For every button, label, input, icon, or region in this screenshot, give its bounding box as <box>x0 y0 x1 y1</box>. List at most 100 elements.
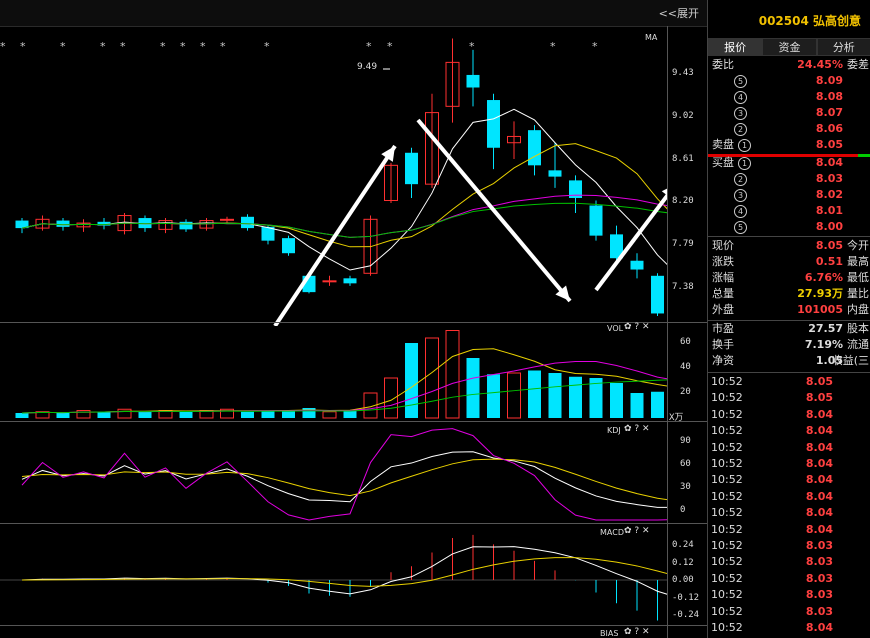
weibi-row: 委比 24.45% 委差 <box>712 58 869 71</box>
chart-toolbar: <<展开 <box>0 0 707 27</box>
quote-row: 涨幅 6.76% 最低 <box>708 270 870 286</box>
price-tick-label: 8.61 <box>672 153 694 164</box>
quote-value: 27.93万 <box>797 287 843 300</box>
bias-panel-tools[interactable]: ✿ ? ✕ <box>624 627 650 637</box>
tick-time: 10:52 <box>711 440 743 454</box>
tick-price: 8.04 <box>805 407 833 421</box>
volume-bar <box>507 372 521 419</box>
level-circle-icon: 4 <box>734 91 747 104</box>
tick-row: 10:52 8.04 <box>708 407 870 423</box>
candle-body <box>179 221 193 230</box>
volume-bar <box>630 393 644 418</box>
tick-price: 8.04 <box>805 473 833 487</box>
tick-row: 10:52 8.04 <box>708 522 870 538</box>
tick-price: 8.04 <box>805 489 833 503</box>
level-circle-icon: 2 <box>734 123 747 136</box>
price-tick-label: 9.02 <box>672 110 694 121</box>
volume-bar <box>97 411 111 418</box>
candle-body <box>405 152 418 185</box>
price-tick-label: 8.20 <box>672 196 694 207</box>
ma5-line <box>21 108 667 271</box>
quote-label: 涨跌 <box>712 255 734 268</box>
bid-price: 8.04 <box>815 156 843 169</box>
volume-bar <box>548 373 562 418</box>
tick-time: 10:52 <box>711 457 743 470</box>
bid-row: 4 8.01 <box>708 203 870 219</box>
tick-price: 8.03 <box>805 588 833 602</box>
quote-panel: 002504 弘高创意 报价 资金 分析 委比 24.45% 委差 5 8.09 4… <box>707 0 870 638</box>
quote-right-label: 内盘 <box>847 303 869 316</box>
volume-bar <box>569 376 582 418</box>
volume-bar <box>179 411 193 418</box>
tick-price: 8.03 <box>805 604 833 618</box>
quote-row: 外盘 101005 内盘 <box>708 302 870 318</box>
fundamental-right-label: 股本 <box>847 322 869 335</box>
tick-time: 10:52 <box>711 539 743 552</box>
kline-chart-area[interactable]: <<展开 * * * * * * * * * * * * * * * MA 9.49 9.43 9.02 8.6… <box>0 0 707 638</box>
bid-price: 8.00 <box>815 220 843 233</box>
tick-price: 8.04 <box>805 440 833 454</box>
tick-time: 10:52 <box>711 375 743 388</box>
uptrend-arrow-2 <box>594 192 667 292</box>
quote-label: 总量 <box>712 287 734 300</box>
volume-bar <box>487 374 500 418</box>
fundamental-label: 换手 <box>712 338 734 351</box>
volume-svg <box>15 330 667 419</box>
fundamental-row: 换手 7.19% 流通 <box>708 337 870 353</box>
tick-row: 10:52 8.03 <box>708 554 870 570</box>
bid-level-icon: 1 <box>738 155 751 171</box>
kdj-tick-label: 60 <box>680 459 691 469</box>
tick-time: 10:52 <box>711 588 743 602</box>
ask-price: 8.08 <box>815 90 843 103</box>
quote-row: 现价 8.05 今开 <box>708 238 870 254</box>
volume-bar <box>528 370 541 418</box>
tick-price: 8.05 <box>805 375 833 388</box>
macd-tick-label: -0.12 <box>672 592 700 603</box>
panel-divider-bias <box>0 625 707 626</box>
volume-tick-label: 40 <box>680 362 691 372</box>
ask-level-icon: 2 <box>734 121 747 137</box>
high-price-label: 9.49 <box>357 62 378 72</box>
bid-price: 8.02 <box>815 188 843 201</box>
quote-value: 8.05 <box>815 239 843 252</box>
ask-level-icon: 5 <box>734 73 747 89</box>
fundamental-right-label: 收益(三 <box>831 354 869 367</box>
level-circle-icon: 5 <box>734 75 747 88</box>
tick-price: 8.05 <box>805 391 833 405</box>
tick-row: 10:52 8.03 <box>708 538 870 554</box>
tick-row: 10:52 8.04 <box>708 472 870 488</box>
tab-quote[interactable]: 报价 <box>708 38 763 56</box>
volume-bar <box>117 408 132 419</box>
tick-time: 10:52 <box>711 407 743 421</box>
ask-row: 3 8.07 <box>708 105 870 121</box>
kdj-tick-label: 0 <box>680 505 686 515</box>
ask-level-icon: 1 <box>738 137 751 153</box>
tick-row: 10:52 8.04 <box>708 456 870 472</box>
volume-tick-label: 20 <box>680 387 691 397</box>
tick-price: 8.04 <box>805 506 833 520</box>
bid-row: 5 8.00 <box>708 219 870 235</box>
tick-row: 10:52 8.05 <box>708 374 870 390</box>
macd-svg <box>0 534 667 621</box>
macd-dif-line <box>21 546 667 595</box>
tick-time: 10:52 <box>711 604 743 618</box>
tab-funds[interactable]: 资金 <box>762 38 817 56</box>
ask-price: 8.07 <box>815 106 843 119</box>
kdj-d-line <box>21 458 667 501</box>
bid-row: 2 8.03 <box>708 171 870 187</box>
quote-right-label: 最低 <box>847 271 869 284</box>
candle-body <box>630 260 644 270</box>
tab-analysis[interactable]: 分析 <box>816 38 870 56</box>
level-circle-icon: 2 <box>734 173 747 186</box>
section-divider <box>708 372 870 373</box>
kdj-tick-label: 30 <box>680 482 691 492</box>
expand-button[interactable]: <<展开 <box>659 5 699 21</box>
volume-bar <box>56 413 70 418</box>
fundamental-label: 市盈 <box>712 322 734 335</box>
volume-bar <box>138 411 152 418</box>
quote-value: 6.76% <box>804 271 843 284</box>
bias-indicator-label[interactable]: BIAS <box>600 629 618 638</box>
price-axis-divider <box>667 26 668 638</box>
bid-row: 3 8.02 <box>708 187 870 203</box>
tick-time: 10:52 <box>711 522 743 536</box>
